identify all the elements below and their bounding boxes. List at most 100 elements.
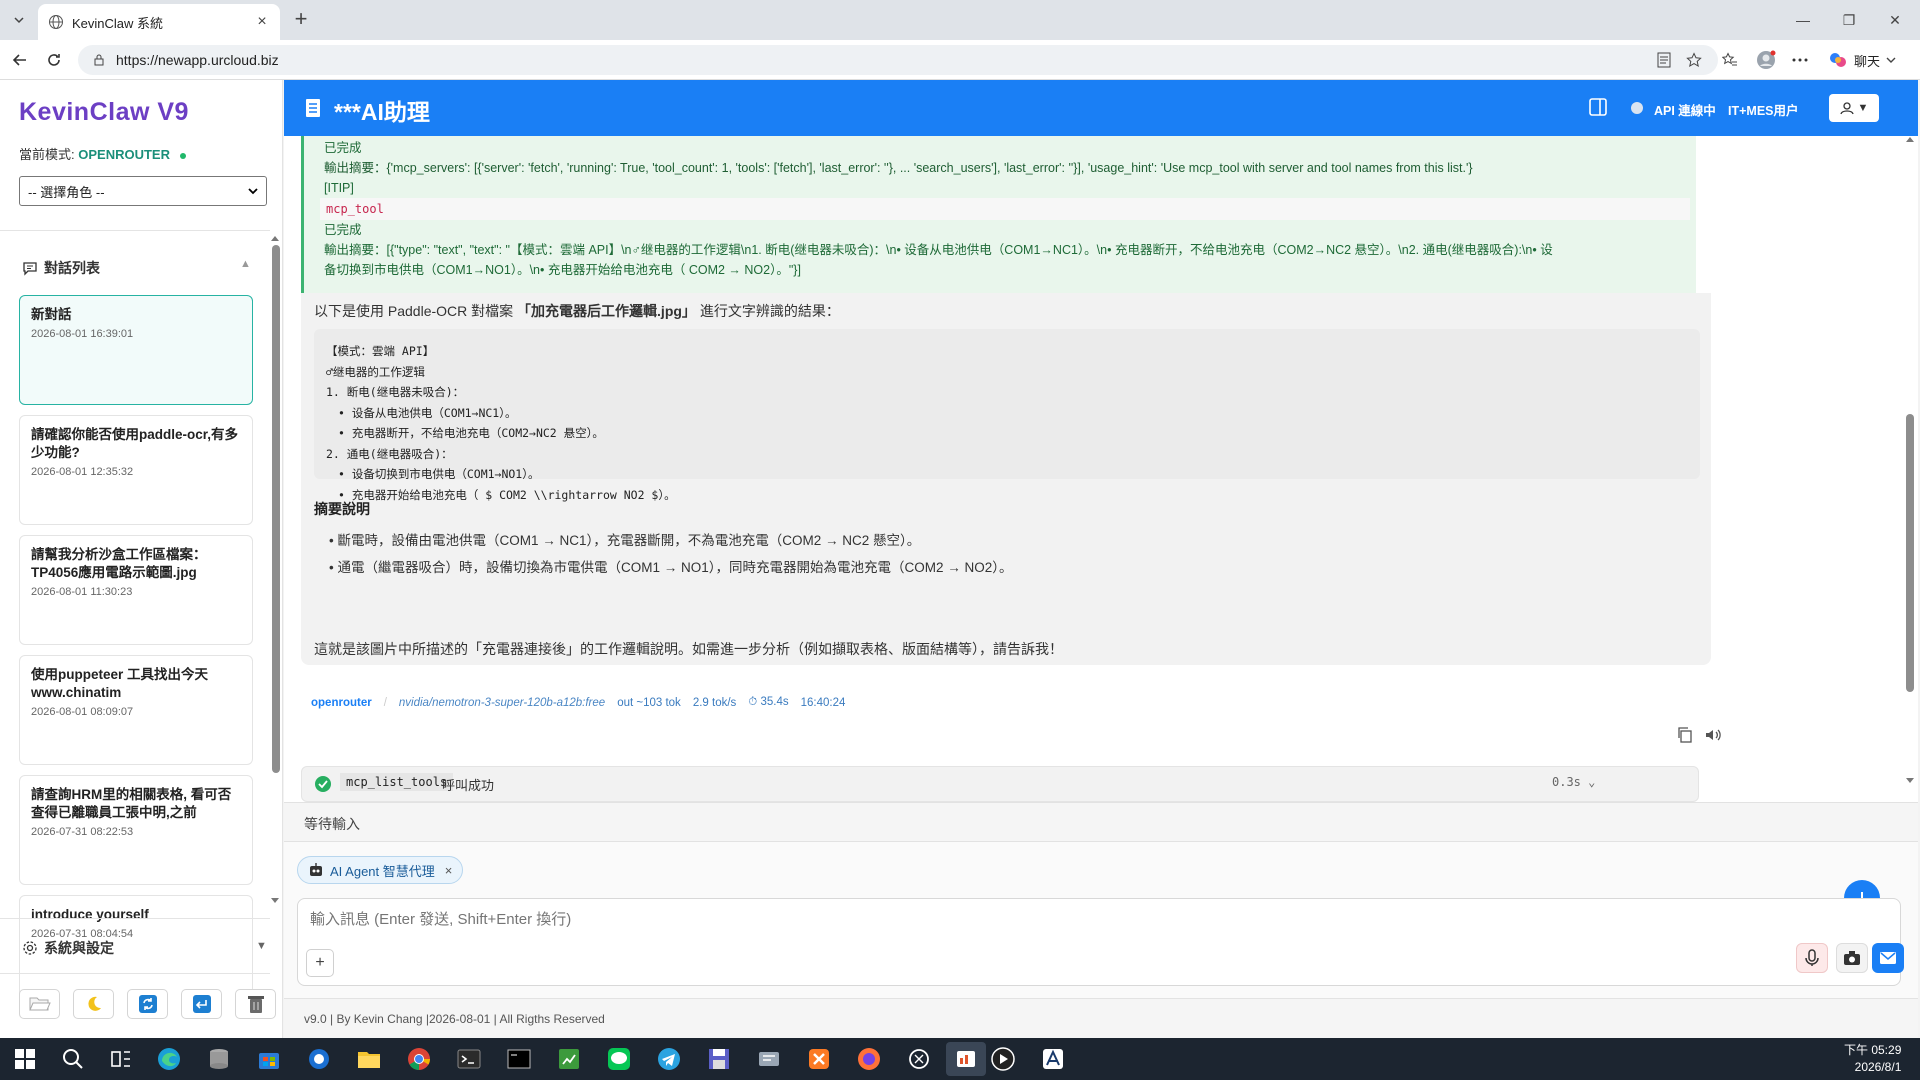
conversation-date: 2026-08-01 16:39:01 [31,328,134,340]
copilot-chat-button[interactable]: 聊天 [1828,48,1896,72]
telegram-icon[interactable] [656,1046,682,1072]
meta-model: nvidia/nemotron-3-super-120b-a12b:free [398,696,606,709]
chevron-down-icon[interactable]: ▼ [256,940,267,952]
conversation-item[interactable]: 請確認你能否使用paddle-ocr,有多少功能? 2026-08-01 12:… [19,415,253,525]
gear-icon [23,941,37,955]
microphone-icon [1805,949,1819,966]
role-select-value: -- 選擇角色 -- [28,184,105,200]
speaker-icon[interactable] [1704,726,1722,744]
tool-result-status: 已完成 [324,141,362,155]
windows-start-icon[interactable] [12,1046,38,1072]
task-view-icon[interactable] [108,1046,134,1072]
line-icon[interactable] [606,1046,632,1072]
chart-app-icon[interactable] [556,1046,582,1072]
media-player-icon[interactable] [990,1046,1016,1072]
firefox-icon[interactable] [856,1046,882,1072]
composer: AI Agent 智慧代理 × + [284,842,1918,998]
summary-item: • 斷電時，設備由電池供電（COM1 → NC1），充電器斷開，不為電池充電（C… [329,533,921,548]
role-select[interactable]: -- 選擇角色 -- [19,176,267,206]
chat-bubble-icon [23,262,37,276]
tool-result-summary-cont: 备切换到市电供电（COM1→NO1）。\n• 充电器开始给电池充电（ COM2 … [324,263,801,277]
tool-call-row[interactable]: mcp_list_tools 呼叫成功 0.3s ⌄ [301,766,1699,802]
refresh-icon[interactable] [42,48,66,72]
file-explorer-icon[interactable] [356,1046,382,1072]
tool-result-status: 已完成 [324,223,362,237]
settings-header[interactable]: 系統與設定 [22,938,114,958]
conversation-item[interactable]: 請查詢HRM里的相關表格, 看可否查得已離職員工張中明,之前 2026-07-3… [19,775,253,885]
dark-mode-button[interactable] [73,989,114,1019]
sync-button[interactable] [127,989,168,1019]
conversation-item[interactable]: 新對話 2026-08-01 16:39:01 [19,295,253,405]
status-text: 等待輸入 [304,816,360,832]
copy-icon[interactable] [1676,726,1694,744]
favorites-icon[interactable] [1718,48,1742,72]
meta-speed: 2.9 tok/s [692,696,737,709]
agent-chip[interactable]: AI Agent 智慧代理 × [297,856,464,884]
database-icon[interactable] [206,1046,232,1072]
back-icon[interactable] [8,48,32,72]
message-input[interactable] [310,907,1710,931]
assistant-message: 以下是使用 Paddle-OCR 對檔案 「加充電器后工作邏輯.jpg」 進行文… [301,293,1711,665]
app-icon[interactable] [306,1046,332,1072]
open-folder-button[interactable] [19,989,60,1019]
close-window-button[interactable]: ✕ [1872,0,1918,40]
user-role-label: IT+MES用户 [1728,104,1799,118]
reader-mode-icon[interactable] [1652,48,1676,72]
clock-time: 下午 05:29 [1844,1043,1902,1057]
close-tab-icon[interactable]: × [254,13,270,31]
return-button[interactable] [181,989,222,1019]
check-circle-icon [315,776,331,792]
document-icon[interactable] [304,98,322,118]
attach-button[interactable]: + [306,949,334,977]
active-app-button[interactable] [946,1042,986,1076]
scrollbar-thumb[interactable] [272,245,280,773]
browser-tab[interactable]: KevinClaw 系統 × [38,4,280,40]
url-field[interactable]: https://newapp.urcloud.biz [78,45,1718,75]
conversation-date: 2026-07-31 08:22:53 [31,826,134,838]
search-icon[interactable] [60,1046,86,1072]
meta-tokens: out ~103 tok [617,696,681,709]
send-button[interactable] [1872,943,1904,973]
sync-icon [138,995,157,1013]
conversations-header[interactable]: 對話列表 [22,258,100,278]
sidebar-scrollbar[interactable] [269,235,281,907]
cmd-icon[interactable] [506,1046,532,1072]
new-tab-button[interactable]: + [290,8,312,31]
chatgpt-icon[interactable] [906,1046,932,1072]
chat-scrollbar[interactable] [1904,136,1916,802]
profile-avatar-icon[interactable] [1754,48,1778,72]
conversation-item[interactable]: 使用puppeteer 工具找出今天www.chinatim 2026-08-0… [19,655,253,765]
mode-status-dot [179,152,186,159]
vector-app-icon[interactable] [1040,1046,1066,1072]
terminal-icon[interactable] [456,1046,482,1072]
intro-filename: 「加充電器后工作邏輯.jpg」 [517,303,696,319]
split-view-icon[interactable] [1589,98,1607,116]
message-meta: openrouter / nvidia/nemotron-3-super-120… [311,696,846,709]
system-clock[interactable]: 下午 05:29 2026/8/1 [1844,1042,1901,1076]
xampp-icon[interactable] [806,1046,832,1072]
scrollbar-thumb[interactable] [1906,414,1914,692]
chrome-icon[interactable] [406,1046,432,1072]
remove-chip-icon[interactable]: × [445,863,453,878]
conversation-item[interactable]: 請幫我分析沙盒工作區檔案：TP4056應用電路示範圖.jpg 2026-08-0… [19,535,253,645]
trash-button[interactable] [235,989,276,1019]
user-icon [1839,102,1854,115]
mode-label: 當前模式: [19,147,75,162]
minimize-button[interactable]: — [1780,0,1826,40]
restore-button[interactable]: ❐ [1826,0,1872,40]
ocr-line: 1. 断电(继电器未吸合)： [326,385,465,399]
store-icon[interactable] [256,1046,282,1072]
tools-icon[interactable] [756,1046,782,1072]
voice-input-button[interactable] [1796,943,1828,973]
tab-list-dropdown[interactable] [8,9,30,31]
more-menu-icon[interactable] [1788,48,1812,72]
conversation-title: introduce yourself [31,907,149,922]
collapse-up-icon[interactable]: ▲ [240,258,251,270]
camera-button[interactable] [1836,943,1868,973]
edge-icon[interactable] [156,1046,182,1072]
windows-taskbar: 下午 05:29 2026/8/1 [0,1038,1920,1080]
save-app-icon[interactable] [706,1046,732,1072]
user-menu-button[interactable]: ▼ [1829,94,1879,122]
favorite-star-icon[interactable] [1682,48,1706,72]
page-title: ***AI助理 [334,99,430,125]
